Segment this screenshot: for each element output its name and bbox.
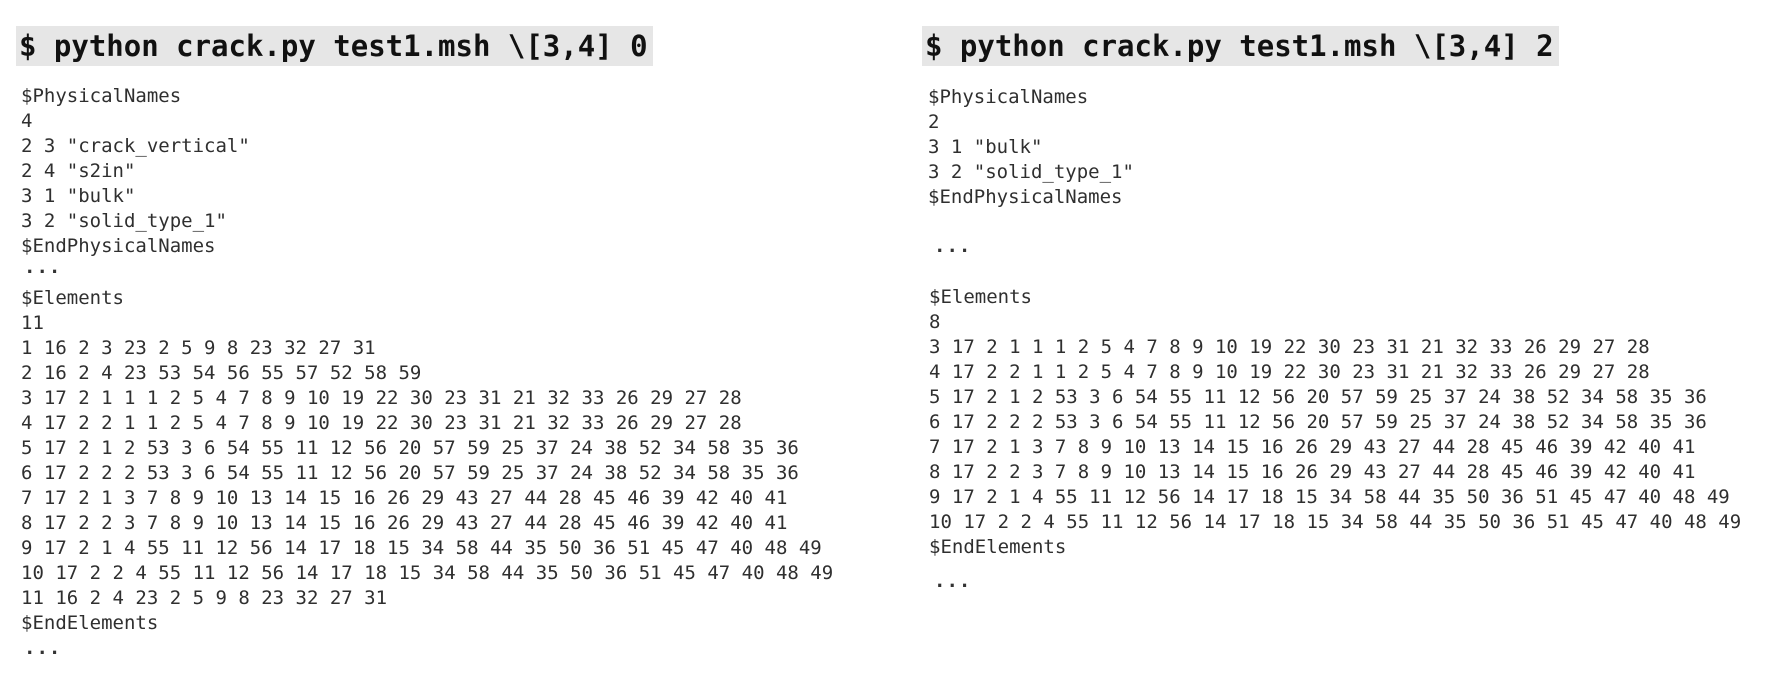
elements-line: $EndElements xyxy=(929,536,1067,558)
physical-names-line: 2 4 "s2in" xyxy=(21,160,136,182)
elements-line: 2 16 2 4 23 53 54 56 55 57 52 58 59 xyxy=(21,362,422,384)
elements-line: 5 17 2 1 2 53 3 6 54 55 11 12 56 20 57 5… xyxy=(21,437,799,459)
elements-line: 4 17 2 2 1 1 2 5 4 7 8 9 10 19 22 30 23 … xyxy=(21,412,742,434)
physical-names-line: $PhysicalNames xyxy=(928,86,1089,108)
left-physical-names-block: $PhysicalNames 4 2 3 "crack_vertical" 2 4 "… xyxy=(21,84,250,259)
elements-line: 10 17 2 2 4 55 11 12 56 14 17 18 15 34 5… xyxy=(929,511,1742,533)
elements-line: 9 17 2 1 4 55 11 12 56 14 17 18 15 34 58… xyxy=(21,537,822,559)
elements-line: 3 17 2 1 1 1 2 5 4 7 8 9 10 19 22 30 23 … xyxy=(21,387,742,409)
physical-names-line: 3 1 "bulk" xyxy=(928,136,1043,158)
elements-line: 6 17 2 2 2 53 3 6 54 55 11 12 56 20 57 5… xyxy=(929,411,1707,433)
elements-line: 4 17 2 2 1 1 2 5 4 7 8 9 10 19 22 30 23 … xyxy=(929,361,1650,383)
physical-names-line: 2 3 "crack_vertical" xyxy=(21,135,250,157)
physical-names-line: 2 xyxy=(928,111,940,133)
physical-names-line: $PhysicalNames xyxy=(21,85,182,107)
elements-line: 9 17 2 1 4 55 11 12 56 14 17 18 15 34 58… xyxy=(929,486,1730,508)
elements-line: $Elements xyxy=(21,287,124,309)
right-elements-block: $Elements 8 3 17 2 1 1 1 2 5 4 7 8 9 10 19… xyxy=(929,285,1741,560)
elements-line: 3 17 2 1 1 1 2 5 4 7 8 9 10 19 22 30 23 … xyxy=(929,336,1650,358)
left-command-line: $ python crack.py test1.msh \[3,4] 0 xyxy=(16,26,653,66)
elements-line: 11 xyxy=(21,312,44,334)
right-command-line: $ python crack.py test1.msh \[3,4] 2 xyxy=(922,26,1559,66)
elements-line: 8 17 2 2 3 7 8 9 10 13 14 15 16 26 29 43… xyxy=(929,461,1696,483)
elements-line: 8 17 2 2 3 7 8 9 10 13 14 15 16 26 29 43… xyxy=(21,512,788,534)
elements-line: 10 17 2 2 4 55 11 12 56 14 17 18 15 34 5… xyxy=(21,562,834,584)
physical-names-line: 3 2 "solid_type_1" xyxy=(928,161,1134,183)
elements-line: 7 17 2 1 3 7 8 9 10 13 14 15 16 26 29 43… xyxy=(21,487,788,509)
left-ellipsis-after-elements: ... xyxy=(24,637,62,659)
left-ellipsis-after-physical-names: ... xyxy=(24,256,62,278)
left-elements-block: $Elements 11 1 16 2 3 23 2 5 9 8 23 32 27 … xyxy=(21,286,833,636)
elements-line: 6 17 2 2 2 53 3 6 54 55 11 12 56 20 57 5… xyxy=(21,462,799,484)
right-ellipsis-after-physical-names: ... xyxy=(934,235,972,257)
elements-line: $EndElements xyxy=(21,612,159,634)
physical-names-line: 3 2 "solid_type_1" xyxy=(21,210,227,232)
physical-names-line: 3 1 "bulk" xyxy=(21,185,136,207)
elements-line: 1 16 2 3 23 2 5 9 8 23 32 27 31 xyxy=(21,337,376,359)
right-physical-names-block: $PhysicalNames 2 3 1 "bulk" 3 2 "solid_type… xyxy=(928,85,1134,210)
physical-names-line: $EndPhysicalNames xyxy=(928,186,1123,208)
elements-line: 5 17 2 1 2 53 3 6 54 55 11 12 56 20 57 5… xyxy=(929,386,1707,408)
right-ellipsis-after-elements: ... xyxy=(934,570,972,592)
elements-line: 8 xyxy=(929,311,941,333)
physical-names-line: 4 xyxy=(21,110,33,132)
elements-line: 7 17 2 1 3 7 8 9 10 13 14 15 16 26 29 43… xyxy=(929,436,1696,458)
elements-line: $Elements xyxy=(929,286,1032,308)
elements-line: 11 16 2 4 23 2 5 9 8 23 32 27 31 xyxy=(21,587,388,609)
